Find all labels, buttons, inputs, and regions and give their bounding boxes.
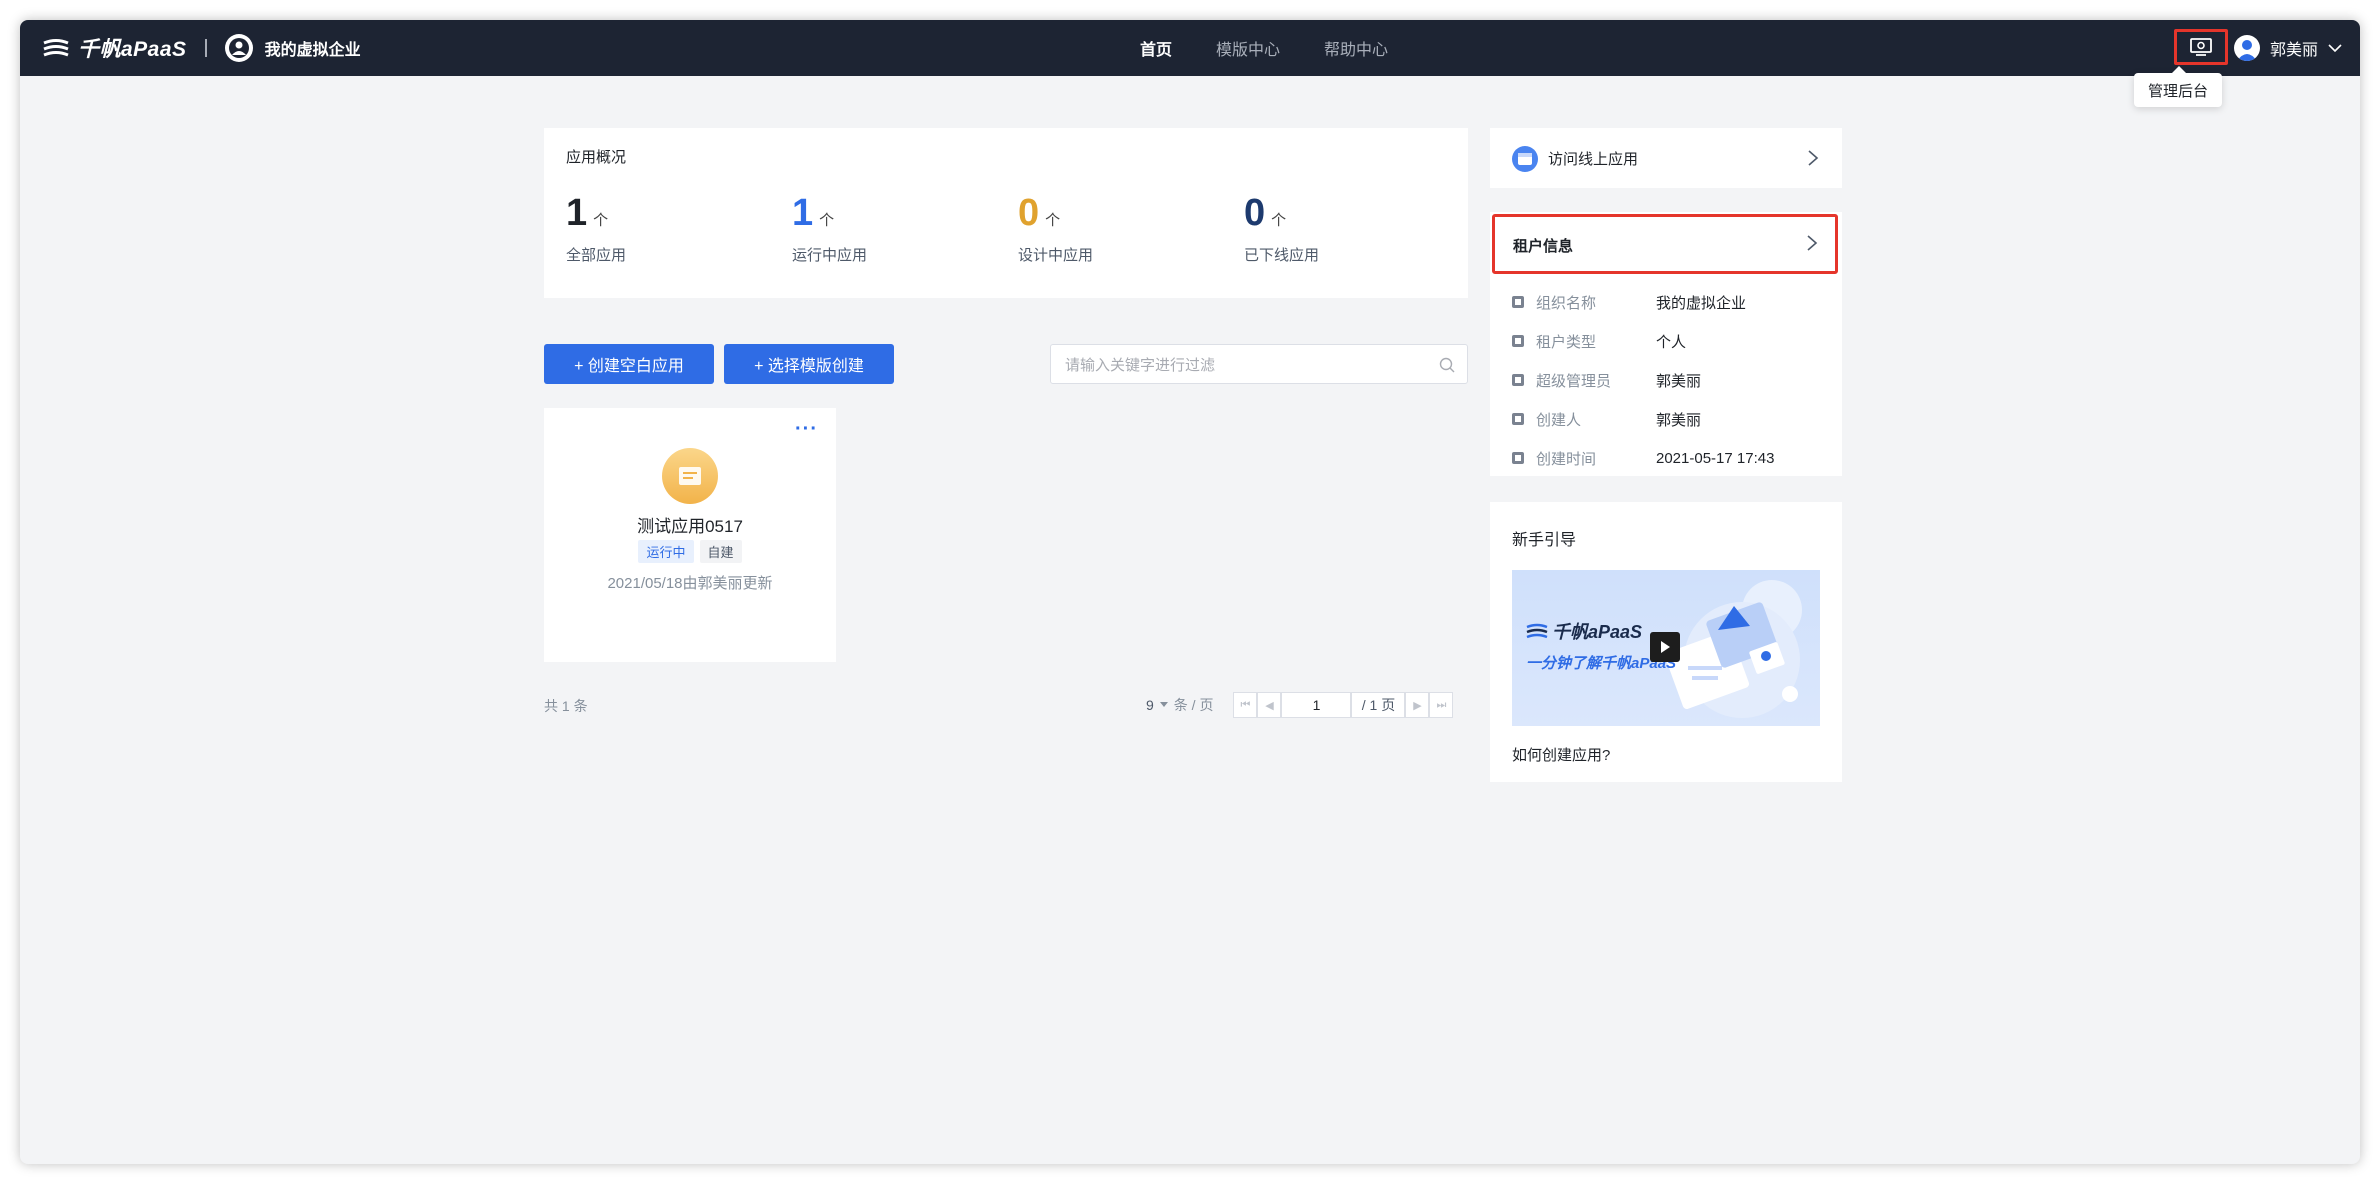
stat-value: 0	[1018, 192, 1040, 234]
page-number-input[interactable]: 1	[1281, 692, 1352, 718]
stat-unit: 个	[1045, 212, 1061, 229]
row-value: 郭美丽	[1656, 372, 1702, 390]
guide-title: 新手引导	[1512, 532, 1577, 549]
guide-video-thumbnail[interactable]: 千帆aPaaS 一分钟了解千帆aPaaS	[1512, 570, 1820, 726]
app-updated: 2021/05/18由郭美丽更新	[607, 575, 773, 592]
row-key: 创建人	[1536, 411, 1582, 429]
type-badge: 自建	[699, 540, 742, 563]
field-icon	[1512, 374, 1524, 386]
field-icon	[1512, 452, 1524, 464]
play-icon[interactable]	[1650, 632, 1680, 662]
create-from-template-button[interactable]: + 选择模版创建	[724, 344, 894, 384]
chevron-down-icon	[2328, 44, 2342, 53]
guide-caption-link[interactable]: 如何创建应用?	[1512, 744, 1610, 765]
brand-name: 千帆aPaaS	[78, 38, 187, 61]
tenant-row-type: 租户类型 个人	[1512, 331, 1686, 351]
tenant-row-created-time: 创建时间 2021-05-17 17:43	[1512, 448, 1774, 468]
stat-running-apps[interactable]: 1个 运行中应用	[792, 194, 867, 265]
row-key: 组织名称	[1536, 294, 1597, 312]
guide-brand: 千帆aPaaS	[1526, 618, 1642, 644]
stat-value: 1	[566, 192, 588, 234]
row-key: 创建时间	[1536, 450, 1597, 468]
page-size-suffix: 条 / 页	[1173, 697, 1214, 713]
app-tags: 运行中 自建	[544, 540, 836, 563]
tenant-info-title: 租户信息	[1513, 238, 1574, 255]
stat-unit: 个	[819, 212, 835, 229]
first-page-button[interactable]: ⏮	[1233, 692, 1258, 718]
visit-online-label: 访问线上应用	[1548, 151, 1639, 168]
row-value: 2021-05-17 17:43	[1656, 449, 1775, 467]
app-icon	[662, 448, 718, 504]
stat-all-apps[interactable]: 1个 全部应用	[566, 194, 626, 265]
org-name: 我的虚拟企业	[264, 42, 361, 59]
stat-designing-apps[interactable]: 0个 设计中应用	[1018, 194, 1093, 265]
overview-card: 应用概况 1个 全部应用 1个 运行中应用 0个 设计中应用 0个 已下线应用	[544, 128, 1468, 298]
user-avatar-icon	[2234, 35, 2260, 61]
page-size-value: 9	[1146, 697, 1154, 713]
app-window-icon	[1512, 146, 1538, 172]
chevron-right-icon	[1808, 150, 1819, 166]
nav-help-center[interactable]: 帮助中心	[1324, 36, 1388, 60]
monitor-icon	[2190, 38, 2212, 56]
app-card[interactable]: ··· 测试应用0517 运行中 自建 2021/05/18由郭美丽更新	[544, 408, 836, 662]
search-icon	[1439, 357, 1455, 373]
create-blank-app-button[interactable]: + 创建空白应用	[544, 344, 714, 384]
prev-page-button[interactable]: ◀	[1257, 692, 1282, 718]
stat-label: 已下线应用	[1244, 247, 1320, 264]
tenant-info-card: 租户信息 组织名称 我的虚拟企业 租户类型 个人 超级管理员 郭美丽 创建人 郭…	[1490, 212, 1842, 476]
overview-title: 应用概况	[566, 149, 627, 166]
stat-label: 全部应用	[566, 247, 627, 264]
field-icon	[1512, 413, 1524, 425]
visit-online-app-card[interactable]: 访问线上应用	[1490, 128, 1842, 188]
field-icon	[1512, 296, 1524, 308]
brand-divider	[204, 39, 207, 57]
row-value: 个人	[1656, 333, 1687, 351]
status-badge: 运行中	[638, 540, 694, 563]
admin-console-button[interactable]	[2174, 29, 2228, 65]
brand[interactable]: 千帆aPaaS 我的虚拟企业	[42, 20, 361, 76]
chevron-right-icon	[1807, 235, 1818, 251]
search-placeholder: 请输入关键字进行过滤	[1065, 356, 1216, 374]
brand-logo-icon	[43, 39, 69, 57]
stat-value: 0	[1244, 192, 1266, 234]
pagination: 9 条 / 页 ⏮ ◀ 1 / 1 页 ▶ ⏭	[1146, 692, 1454, 718]
stat-value: 1	[792, 192, 814, 234]
more-options-icon[interactable]: ···	[795, 418, 818, 441]
beginner-guide-card: 新手引导 千帆aPaaS 一分钟了解千帆aPaaS 如何创建应用?	[1490, 502, 1842, 782]
tenant-row-creator: 创建人 郭美丽	[1512, 409, 1701, 429]
page-size-select[interactable]: 9	[1146, 697, 1174, 713]
tenant-row-super-admin: 超级管理员 郭美丽	[1512, 370, 1701, 390]
last-page-button[interactable]: ⏭	[1429, 692, 1454, 718]
row-key: 租户类型	[1536, 333, 1597, 351]
app-name: 测试应用0517	[637, 517, 743, 536]
total-count: 共 1 条	[544, 698, 588, 714]
tenant-row-org-name: 组织名称 我的虚拟企业	[1512, 292, 1746, 312]
caret-down-icon	[1159, 702, 1168, 707]
stat-unit: 个	[1271, 212, 1287, 229]
nav-template-center[interactable]: 模版中心	[1216, 36, 1280, 60]
row-key: 超级管理员	[1536, 372, 1612, 390]
admin-tooltip: 管理后台	[2134, 66, 2222, 107]
stat-label: 设计中应用	[1018, 247, 1094, 264]
stat-offline-apps[interactable]: 0个 已下线应用	[1244, 194, 1319, 265]
tenant-info-header[interactable]: 租户信息	[1492, 214, 1838, 274]
guide-brand-name: 千帆aPaaS	[1552, 622, 1643, 642]
search-input[interactable]: 请输入关键字进行过滤	[1050, 344, 1468, 384]
row-value: 郭美丽	[1656, 411, 1702, 429]
brand-logo-icon	[1526, 623, 1548, 639]
field-icon	[1512, 335, 1524, 347]
stat-unit: 个	[593, 212, 609, 229]
main-nav: 首页 模版中心 帮助中心	[1140, 20, 1432, 76]
user-menu[interactable]: 郭美丽	[2234, 20, 2342, 76]
row-value: 我的虚拟企业	[1656, 294, 1747, 312]
next-page-button[interactable]: ▶	[1405, 692, 1430, 718]
top-bar: 千帆aPaaS 我的虚拟企业 首页 模版中心 帮助中心 郭美丽	[20, 20, 2360, 76]
org-avatar-icon	[224, 34, 253, 62]
stat-label: 运行中应用	[792, 247, 868, 264]
total-pages: / 1 页	[1351, 692, 1406, 718]
app-window: 千帆aPaaS 我的虚拟企业 首页 模版中心 帮助中心 郭美丽 管理后台 应用概…	[20, 20, 2360, 1164]
user-name: 郭美丽	[2270, 42, 2319, 59]
nav-home[interactable]: 首页	[1140, 36, 1172, 60]
